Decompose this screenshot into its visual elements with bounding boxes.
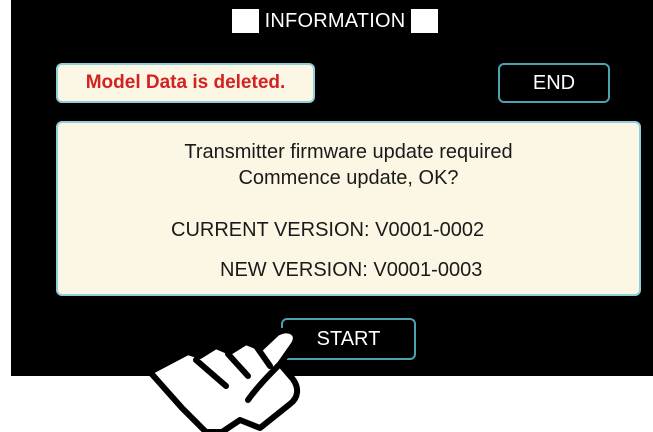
firmware-update-dialog: Transmitter firmware update required Com… [56,121,641,296]
end-button[interactable]: END [498,63,610,103]
title-bar-left-block [232,9,259,33]
title-bar-right-block [411,9,438,33]
model-data-deleted-message: Model Data is deleted. [56,63,315,103]
confirm-prompt-text: Commence update, OK? [238,167,459,189]
pointing-hand-icon [147,327,300,432]
update-required-text: Transmitter firmware update required [184,141,513,163]
transmitter-screen: INFORMATION Model Data is deleted. END T… [11,0,653,376]
title-bar: INFORMATION [232,9,438,33]
new-version-text: NEW VERSION: V0001-0003 [220,259,483,281]
screen-title: INFORMATION [264,10,406,32]
current-version-text: CURRENT VERSION: V0001-0002 [171,219,485,241]
